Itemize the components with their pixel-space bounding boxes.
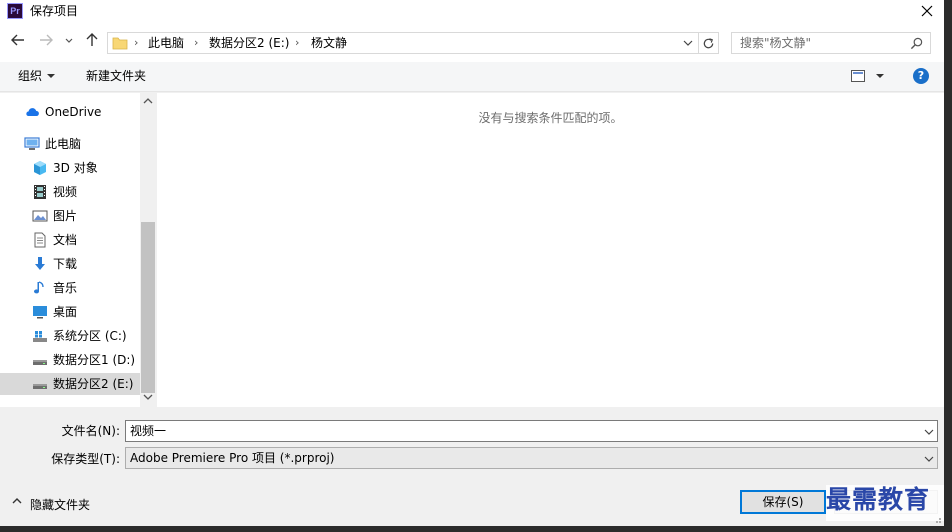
filename-value[interactable]: 视频一 bbox=[130, 424, 166, 438]
save-button[interactable]: 保存(S) bbox=[740, 490, 826, 514]
film-icon bbox=[32, 184, 48, 200]
chevron-right-icon: › bbox=[194, 36, 199, 49]
chevron-down-icon bbox=[65, 38, 73, 43]
up-button[interactable] bbox=[84, 32, 104, 52]
folder-icon bbox=[112, 37, 128, 50]
drive-icon bbox=[32, 352, 48, 368]
sidebar-item[interactable]: 桌面 bbox=[0, 301, 140, 323]
refresh-button[interactable] bbox=[699, 32, 719, 54]
chevron-down-icon[interactable] bbox=[924, 428, 934, 436]
document-icon bbox=[32, 232, 48, 248]
sidebar-item[interactable]: 音乐 bbox=[0, 277, 140, 299]
command-toolbar: 组织 新建文件夹 ? bbox=[0, 62, 944, 92]
scroll-down-icon[interactable] bbox=[143, 393, 153, 401]
sidebar-item-label: 视频 bbox=[53, 185, 78, 199]
sidebar-item[interactable]: 下载 bbox=[0, 253, 140, 275]
close-button[interactable] bbox=[910, 0, 944, 22]
computer-icon bbox=[24, 136, 40, 152]
picture-icon bbox=[32, 208, 48, 224]
sidebar-item-label: 文档 bbox=[53, 233, 78, 247]
chevron-right-icon: › bbox=[134, 36, 139, 49]
forward-button[interactable] bbox=[38, 32, 58, 52]
filetype-value: Adobe Premiere Pro 项目 (*.prproj) bbox=[130, 451, 335, 465]
music-icon bbox=[32, 280, 48, 296]
sidebar-item[interactable]: 文档 bbox=[0, 229, 140, 251]
sidebar-item[interactable]: 此电脑 bbox=[0, 133, 140, 155]
sidebar-item-label: 此电脑 bbox=[45, 137, 82, 151]
system-drive-icon bbox=[32, 328, 48, 344]
sidebar-item-label: 桌面 bbox=[53, 305, 78, 319]
sidebar-item[interactable]: 3D 对象 bbox=[0, 157, 140, 179]
filetype-label: 保存类型(T): bbox=[51, 452, 120, 466]
chevron-right-icon: › bbox=[295, 36, 300, 49]
sidebar-item-label: 音乐 bbox=[53, 281, 78, 295]
drive-icon bbox=[32, 376, 48, 392]
window-edge bbox=[944, 0, 952, 532]
sidebar-item[interactable]: 系统分区 (C:) bbox=[0, 325, 140, 347]
cloud-icon bbox=[24, 104, 40, 120]
nav-scrollbar[interactable] bbox=[140, 93, 156, 407]
filename-field[interactable]: 视频一 bbox=[125, 420, 938, 442]
sidebar-item-label: 数据分区2 (E:) bbox=[53, 377, 134, 391]
arrow-right-icon bbox=[40, 34, 53, 46]
premiere-app-icon: Pr bbox=[7, 3, 23, 19]
sidebar-item[interactable]: 图片 bbox=[0, 205, 140, 227]
sidebar-item-label: 系统分区 (C:) bbox=[53, 329, 127, 343]
breadcrumb-this-pc[interactable]: 此电脑 bbox=[148, 36, 184, 50]
sidebar-item-label: 数据分区1 (D:) bbox=[53, 353, 136, 367]
sidebar-item[interactable]: OneDrive bbox=[0, 101, 140, 123]
search-placeholder: 搜索"杨文静" bbox=[740, 36, 812, 50]
navigation-pane: OneDrive 此电脑 3D 对象视频图片文档下载音乐桌面系统分区 (C:) 数据分… bbox=[0, 93, 156, 407]
window-title: 保存项目 bbox=[30, 4, 79, 18]
arrow-up-icon bbox=[86, 33, 98, 46]
address-bar[interactable]: › 此电脑 › 数据分区2 (E:) › 杨文静 bbox=[107, 32, 699, 54]
scroll-thumb[interactable] bbox=[141, 222, 155, 393]
search-icon[interactable] bbox=[910, 37, 923, 50]
help-icon[interactable]: ? bbox=[913, 68, 929, 84]
caret-down-icon[interactable] bbox=[876, 74, 884, 78]
chevron-down-icon[interactable] bbox=[682, 37, 694, 49]
search-input[interactable]: 搜索"杨文静" bbox=[731, 32, 931, 54]
organize-button[interactable]: 组织 bbox=[18, 69, 42, 83]
sidebar-item-label: 下载 bbox=[53, 257, 78, 271]
empty-results-message: 没有与搜索条件匹配的项。 bbox=[478, 111, 623, 125]
file-list-area[interactable]: 没有与搜索条件匹配的项。 bbox=[157, 93, 944, 407]
cube-icon bbox=[32, 160, 48, 176]
sidebar-item-label: 3D 对象 bbox=[53, 161, 98, 175]
back-button[interactable] bbox=[10, 32, 30, 52]
chevron-down-icon[interactable] bbox=[924, 455, 934, 463]
refresh-icon bbox=[703, 38, 714, 49]
resize-grip-icon[interactable] bbox=[932, 514, 942, 524]
view-options-icon[interactable] bbox=[851, 70, 865, 82]
window-edge bbox=[0, 526, 952, 532]
chevron-up-icon[interactable] bbox=[12, 496, 22, 506]
navigation-tree: OneDrive 此电脑 3D 对象视频图片文档下载音乐桌面系统分区 (C:) 数据分… bbox=[0, 93, 140, 407]
watermark-logo: 最需教育 bbox=[826, 485, 946, 521]
sidebar-item[interactable]: 数据分区2 (E:) bbox=[0, 373, 140, 395]
sidebar-item-label: 图片 bbox=[53, 209, 78, 223]
close-icon bbox=[921, 5, 933, 17]
filename-label: 文件名(N): bbox=[61, 424, 120, 438]
breadcrumb-current-folder[interactable]: 杨文静 bbox=[311, 36, 347, 50]
download-icon bbox=[32, 256, 48, 272]
hide-folders-toggle[interactable]: 隐藏文件夹 bbox=[30, 498, 90, 512]
title-bar: Pr 保存项目 bbox=[0, 0, 944, 22]
scroll-up-icon[interactable] bbox=[143, 97, 153, 105]
navigation-bar: › 此电脑 › 数据分区2 (E:) › 杨文静 搜索"杨文静" bbox=[0, 22, 944, 62]
desktop-icon bbox=[32, 304, 48, 320]
caret-down-icon bbox=[47, 74, 55, 78]
save-dialog: Pr 保存项目 › 此电脑 › 数据分区2 (E:) › 杨文静 搜索"杨文静"… bbox=[0, 0, 946, 526]
arrow-left-icon bbox=[11, 34, 24, 46]
filetype-select[interactable]: Adobe Premiere Pro 项目 (*.prproj) bbox=[125, 447, 938, 469]
sidebar-item[interactable]: 数据分区1 (D:) bbox=[0, 349, 140, 371]
recent-locations-button[interactable] bbox=[64, 32, 76, 52]
sidebar-item[interactable]: 视频 bbox=[0, 181, 140, 203]
sidebar-item-label: OneDrive bbox=[45, 105, 102, 119]
breadcrumb-drive-e[interactable]: 数据分区2 (E:) bbox=[209, 36, 289, 50]
new-folder-button[interactable]: 新建文件夹 bbox=[86, 69, 146, 83]
